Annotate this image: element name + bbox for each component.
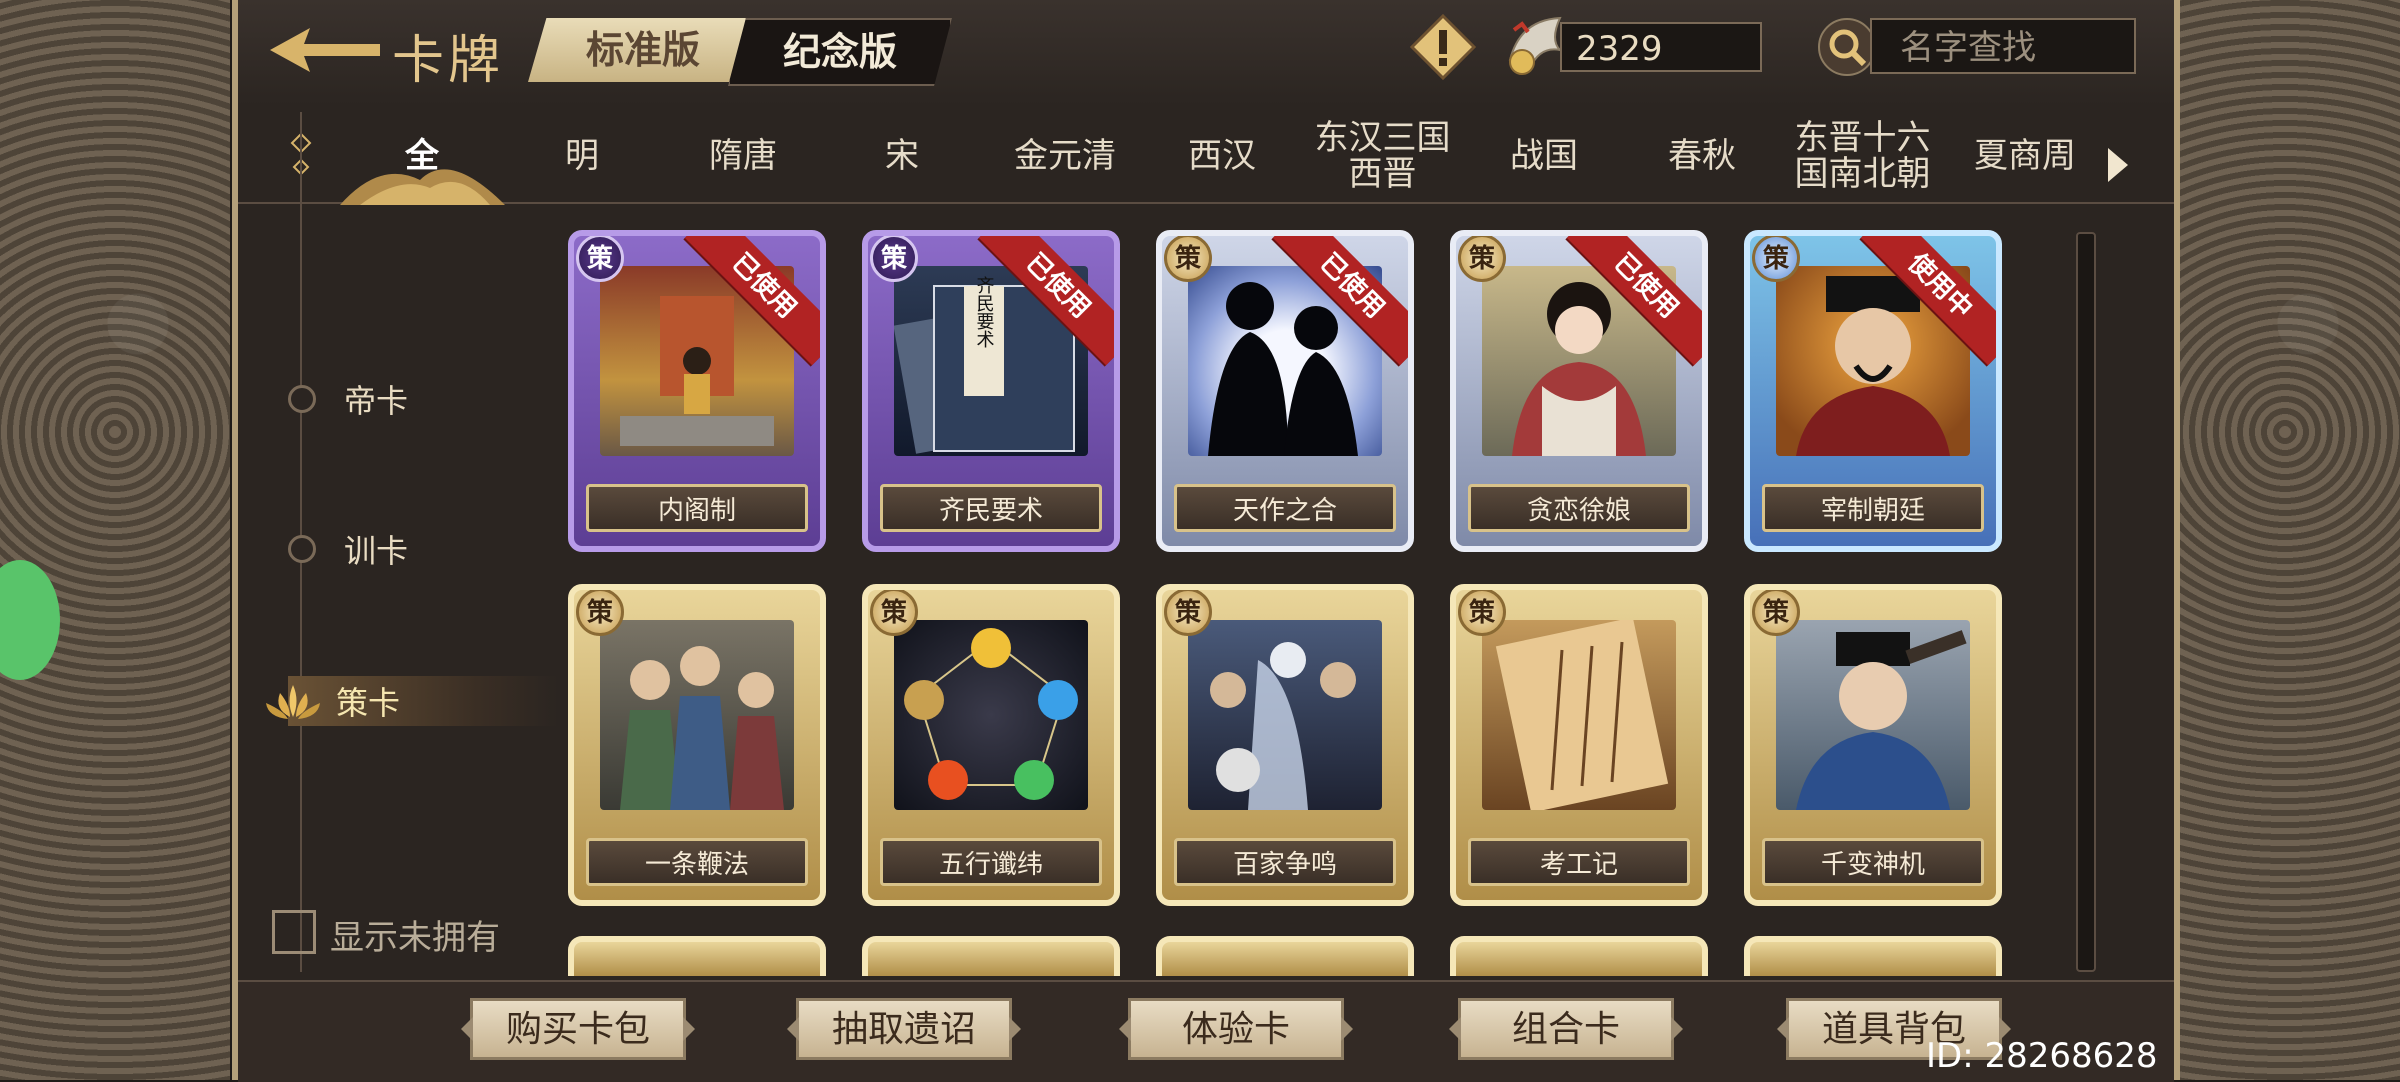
strategy-badge-icon: 策	[1752, 590, 1800, 636]
card-kaogong[interactable]: 策 考工记	[1450, 584, 1708, 906]
currency-value: 2329	[1560, 22, 1762, 72]
card-neige[interactable]: 策 已使用 内阁制	[568, 230, 826, 552]
tab-era-ming[interactable]: 明	[532, 116, 632, 196]
tab-era-zhanguo[interactable]: 战国	[1494, 116, 1594, 196]
strategy-badge-icon: 策	[1164, 590, 1212, 636]
card-name: 贪恋徐娘	[1468, 484, 1690, 532]
tab-era-xiashangzhou[interactable]: 夏商周	[1960, 116, 2090, 196]
card-tanlian[interactable]: 策 已使用 贪恋徐娘	[1450, 230, 1708, 552]
card-partial[interactable]	[1744, 936, 2002, 976]
card-name: 宰制朝廷	[1762, 484, 1984, 532]
scroll-illustration	[1495, 617, 1669, 813]
card-partial[interactable]	[1450, 936, 1708, 976]
user-id-label: ID: 28268628	[1926, 1036, 2158, 1076]
category-dot-icon	[288, 535, 316, 563]
buy-card-pack-button[interactable]: 购买卡包	[470, 998, 686, 1060]
card-name: 齐民要术	[880, 484, 1102, 532]
card-name: 内阁制	[586, 484, 808, 532]
tab-era-dongjin[interactable]: 东晋十六 国南北朝	[1790, 116, 1935, 196]
tab-era-all[interactable]: 全	[372, 116, 472, 196]
search-icon[interactable]	[1816, 16, 1878, 78]
card-tianzuo[interactable]: 策 已使用 天作之合	[1156, 230, 1414, 552]
show-unowned-label: 显示未拥有	[330, 918, 500, 958]
tab-era-donghan[interactable]: 东汉三国 西晋	[1310, 116, 1455, 196]
strategy-badge-icon: 策	[870, 236, 918, 282]
card-name: 百家争鸣	[1174, 838, 1396, 886]
back-button[interactable]	[270, 20, 380, 80]
card-art-image	[894, 620, 1088, 810]
strategy-badge-icon: 策	[1458, 590, 1506, 636]
card-name: 一条鞭法	[586, 838, 808, 886]
tab-era-song[interactable]: 宋	[852, 116, 952, 196]
card-baijia[interactable]: 策 百家争鸣	[1156, 584, 1414, 906]
card-zaizhi[interactable]: 策 使用中 宰制朝廷	[1744, 230, 2002, 552]
card-qianbian[interactable]: 策 千变神机	[1744, 584, 2002, 906]
category-strategy-card[interactable]: 策卡	[266, 676, 558, 726]
svg-text:齐民要术: 齐民要术	[974, 276, 995, 348]
trial-card-button[interactable]: 体验卡	[1128, 998, 1344, 1060]
card-art-image	[1482, 617, 1676, 813]
card-partial[interactable]	[862, 936, 1120, 976]
scholars-illustration	[1210, 642, 1356, 810]
warning-icon[interactable]	[1409, 13, 1477, 81]
category-label: 训卡	[344, 532, 409, 570]
five-elements-illustration	[904, 628, 1078, 800]
strategy-badge-icon: 策	[1458, 236, 1506, 282]
chevron-right-icon[interactable]	[2104, 146, 2130, 184]
card-art-image	[1188, 620, 1382, 810]
search-input[interactable]: 名字查找	[1870, 18, 2136, 74]
card-partial[interactable]	[568, 936, 826, 976]
ministers-illustration	[620, 646, 784, 810]
back-arrow-icon	[270, 28, 380, 72]
card-art-image	[1776, 620, 1970, 810]
strategy-badge-icon: 策	[576, 590, 624, 636]
show-unowned-checkbox[interactable]	[272, 910, 316, 954]
card-qimin[interactable]: 齐民要术 策 已使用 齐民要术	[862, 230, 1120, 552]
card-name: 千变神机	[1762, 838, 1984, 886]
tab-era-jinyuanqing[interactable]: 金元清	[1000, 116, 1130, 196]
card-wuxing[interactable]: 策 五行谶纬	[862, 584, 1120, 906]
inventor-illustration	[1796, 630, 1967, 810]
card-name: 考工记	[1468, 838, 1690, 886]
tab-commemorative-version[interactable]: 纪念版	[728, 18, 952, 86]
combo-card-button[interactable]: 组合卡	[1458, 998, 1674, 1060]
card-name: 天作之合	[1174, 484, 1396, 532]
tab-standard-version[interactable]: 标准版	[528, 18, 758, 82]
tab-era-suitang[interactable]: 隋唐	[683, 116, 803, 196]
tab-era-chunqiu[interactable]: 春秋	[1652, 116, 1752, 196]
strategy-badge-icon: 策	[1752, 236, 1800, 282]
card-partial[interactable]	[1156, 936, 1414, 976]
strategy-badge-icon: 策	[870, 590, 918, 636]
card-name: 五行谶纬	[880, 838, 1102, 886]
strategy-badge-icon: 策	[1164, 236, 1212, 282]
page-title: 卡牌	[392, 31, 505, 91]
category-label: 帝卡	[344, 382, 409, 420]
category-label: 策卡	[336, 684, 401, 722]
category-training-card[interactable]: 训卡	[288, 524, 558, 574]
strategy-badge-icon: 策	[576, 236, 624, 282]
right-ornament-background	[2170, 0, 2400, 1080]
card-art-image	[600, 620, 794, 810]
left-ornament-background	[0, 0, 230, 1080]
draw-edict-button[interactable]: 抽取遗诏	[796, 998, 1012, 1060]
card-list-scrollbar[interactable]	[2076, 232, 2096, 972]
card-yitiao[interactable]: 策 一条鞭法	[568, 584, 826, 906]
lotus-icon	[266, 685, 320, 719]
tab-era-xihan[interactable]: 西汉	[1172, 116, 1272, 196]
category-dot-icon	[288, 385, 316, 413]
category-emperor-card[interactable]: 帝卡	[288, 374, 558, 424]
